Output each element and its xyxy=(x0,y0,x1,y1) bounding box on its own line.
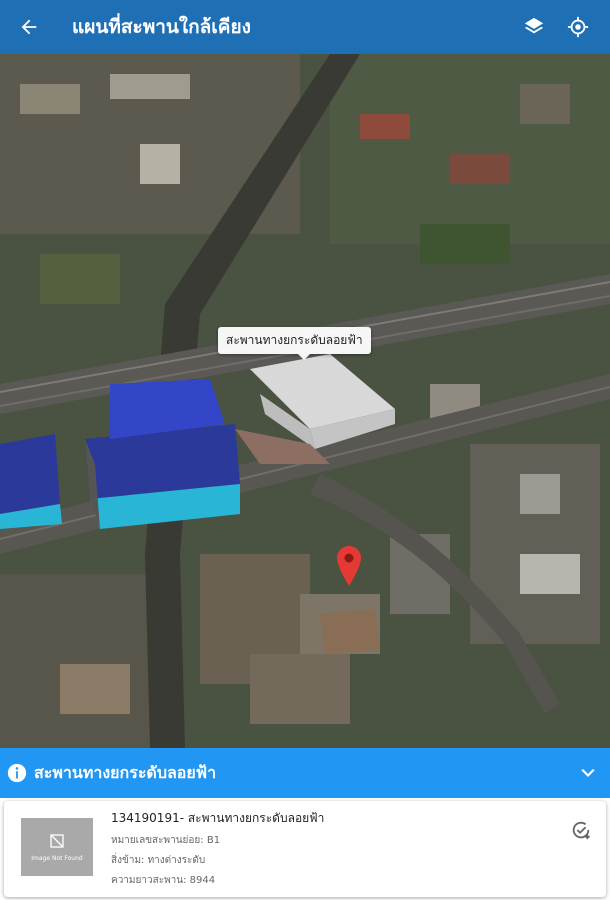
check-add-icon xyxy=(572,821,590,840)
layers-button[interactable] xyxy=(512,0,556,54)
layers-icon xyxy=(524,17,544,34)
bridge-thumbnail: Image Not Found xyxy=(21,818,93,876)
bridge-crossing: สิ่งข้าม: ทางต่างระดับ xyxy=(111,855,206,866)
back-button[interactable] xyxy=(0,0,58,54)
panel-title: สะพานทางยกระดับลอยฟ้า xyxy=(34,762,217,782)
map-callout-label[interactable]: สะพานทางยกระดับลอยฟ้า xyxy=(218,327,371,360)
map-view[interactable]: สะพานทางยกระดับลอยฟ้า xyxy=(0,54,610,748)
image-not-found-text: Image Not Found xyxy=(31,854,83,862)
app: แผนที่สะพานใกล้เคียง สะพานทางยกระดับลอยฟ… xyxy=(0,0,610,900)
bridge-info: 134190191- สะพานทางยกระดับลอยฟ้า หมายเลข… xyxy=(93,801,556,897)
map-pin-icon[interactable] xyxy=(337,546,361,586)
satellite-imagery xyxy=(0,54,610,748)
bridge-sub-number: หมายเลขสะพานย่อย: B1 xyxy=(111,835,221,846)
chevron-down-icon xyxy=(581,768,595,778)
collapse-button[interactable] xyxy=(566,748,610,798)
info-icon xyxy=(7,763,27,783)
bridge-panel-header[interactable]: สะพานทางยกระดับลอยฟ้า xyxy=(0,748,610,798)
my-location-icon xyxy=(567,16,589,38)
bridge-name: 134190191- สะพานทางยกระดับลอยฟ้า xyxy=(111,811,325,825)
my-location-button[interactable] xyxy=(556,0,600,54)
arrow-back-icon xyxy=(21,19,37,35)
app-bar: แผนที่สะพานใกล้เคียง xyxy=(0,0,610,54)
bridge-length: ความยาวสะพาน: 8944 xyxy=(111,875,216,886)
image-not-found-icon xyxy=(50,833,64,848)
page-title: แผนที่สะพานใกล้เคียง xyxy=(72,16,251,38)
select-bridge-button[interactable] xyxy=(556,801,606,897)
bridge-card[interactable]: Image Not Found 134190191- สะพานทางยกระด… xyxy=(4,801,606,897)
